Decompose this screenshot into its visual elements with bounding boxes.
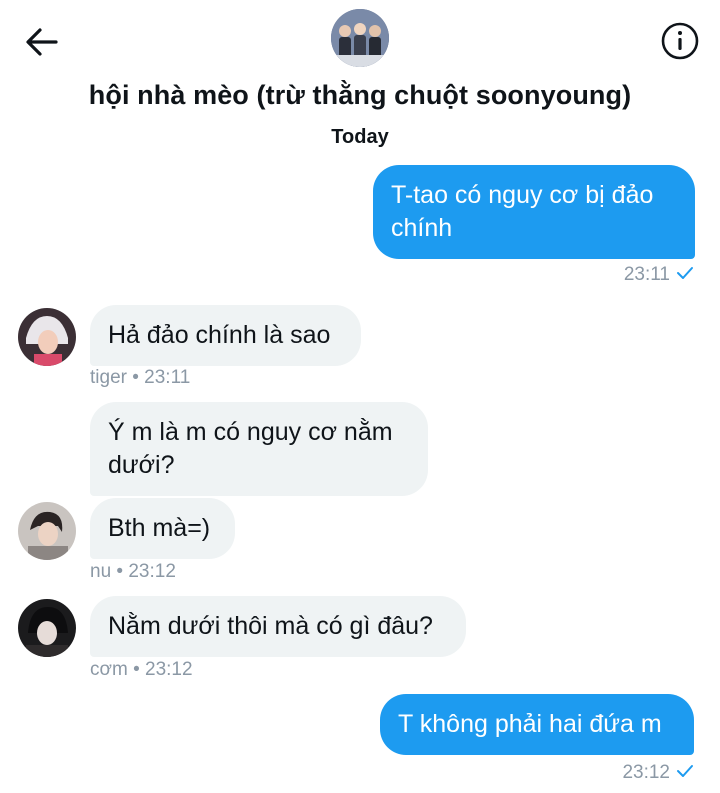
message-text: Bth mà=)	[108, 514, 211, 542]
message-meta: nu • 23:12	[90, 561, 176, 582]
avatar-tiger[interactable]	[18, 308, 76, 366]
message-meta: 23:12	[560, 762, 694, 784]
back-button[interactable]	[22, 22, 62, 62]
message-time: 23:12	[622, 762, 670, 784]
date-separator: Today	[331, 126, 389, 148]
message-bubble-incoming[interactable]: Nằm dưới thôi mà có gì đâu?	[90, 596, 466, 657]
message-bubble-incoming[interactable]: Hả đảo chính là sao	[90, 305, 361, 366]
message-bubble-incoming[interactable]: Bth mà=)	[90, 498, 235, 559]
message-time: 23:11	[623, 264, 670, 286]
message-meta: tiger • 23:11	[90, 367, 191, 388]
message-text: T-tao có nguy cơ bị đảo chính	[391, 181, 654, 242]
check-icon	[676, 264, 694, 286]
conversation-title: hội nhà mèo (trừ thằng chuột soonyoung)	[88, 80, 632, 110]
message-text: T không phải hai đứa m	[398, 710, 662, 738]
message-bubble-outgoing[interactable]: T không phải hai đứa m	[380, 694, 694, 755]
info-icon	[661, 22, 699, 60]
message-bubble-incoming[interactable]: Ý m là m có nguy cơ nằm dưới?	[90, 402, 428, 496]
avatar-image	[18, 502, 76, 560]
message-text: Nằm dưới thôi mà có gì đâu?	[108, 612, 433, 640]
message-meta: 23:11	[560, 264, 694, 286]
avatar-image	[18, 308, 76, 366]
check-icon	[676, 762, 694, 784]
message-text: Hả đảo chính là sao	[108, 321, 331, 349]
avatar-com[interactable]	[18, 599, 76, 657]
arrow-left-icon	[26, 28, 58, 56]
group-avatar[interactable]	[331, 9, 389, 67]
info-button[interactable]	[659, 20, 701, 62]
group-avatar-image	[331, 9, 389, 67]
avatar-nu[interactable]	[18, 502, 76, 560]
message-text: Ý m là m có nguy cơ nằm dưới?	[108, 418, 393, 479]
message-bubble-outgoing[interactable]: T-tao có nguy cơ bị đảo chính	[373, 165, 695, 259]
message-meta: cơm • 23:12	[90, 659, 193, 680]
avatar-image	[18, 599, 76, 657]
